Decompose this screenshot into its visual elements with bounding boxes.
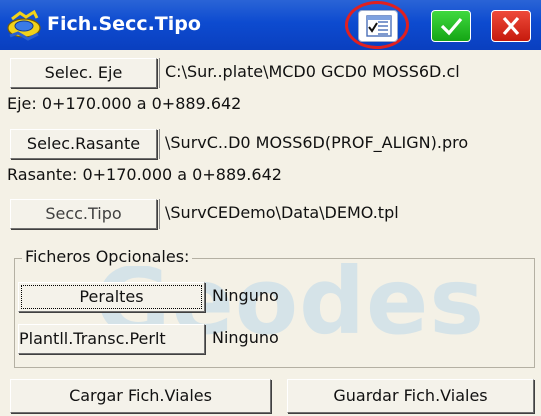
title-bar: Fich.Secc.Tipo (0, 0, 541, 50)
select-alignment-button[interactable]: Selec. Eje (10, 58, 157, 88)
profile-range: Rasante: 0+170.000 a 0+889.642 (7, 165, 282, 184)
ok-button[interactable] (431, 10, 471, 42)
optional-files-label: Ficheros Opcionales: (22, 247, 193, 266)
alignment-range: Eje: 0+170.000 a 0+889.642 (7, 94, 242, 113)
template-file-path: \SurvCEDemo\Data\DEMO.tpl (159, 199, 539, 229)
alignment-file-path: C:\Sur..plate\MCD0 GCD0 MOSS6D.cl (159, 58, 539, 88)
transition-template-value: Ninguno (212, 328, 279, 347)
select-profile-button[interactable]: Selec.Rasante (10, 129, 157, 159)
check-icon (440, 17, 463, 36)
load-road-files-button[interactable]: Cargar Fich.Viales (10, 379, 271, 413)
window-title: Fich.Secc.Tipo (47, 13, 201, 35)
list-check-button[interactable] (358, 10, 398, 42)
superelevation-button[interactable]: Peraltes (18, 282, 205, 312)
transition-template-button[interactable]: Plantll.Transc.Perlt (18, 324, 205, 354)
save-road-files-button[interactable]: Guardar Fich.Viales (287, 379, 534, 413)
app-icon (7, 9, 41, 41)
template-button[interactable]: Secc.Tipo (10, 199, 157, 229)
close-icon (502, 16, 520, 36)
list-check-icon (366, 15, 392, 37)
superelevation-value: Ninguno (212, 286, 279, 305)
profile-file-path: \SurvC..D0 MOSS6D(PROF_ALIGN).pro (159, 129, 539, 159)
close-button[interactable] (491, 10, 531, 42)
